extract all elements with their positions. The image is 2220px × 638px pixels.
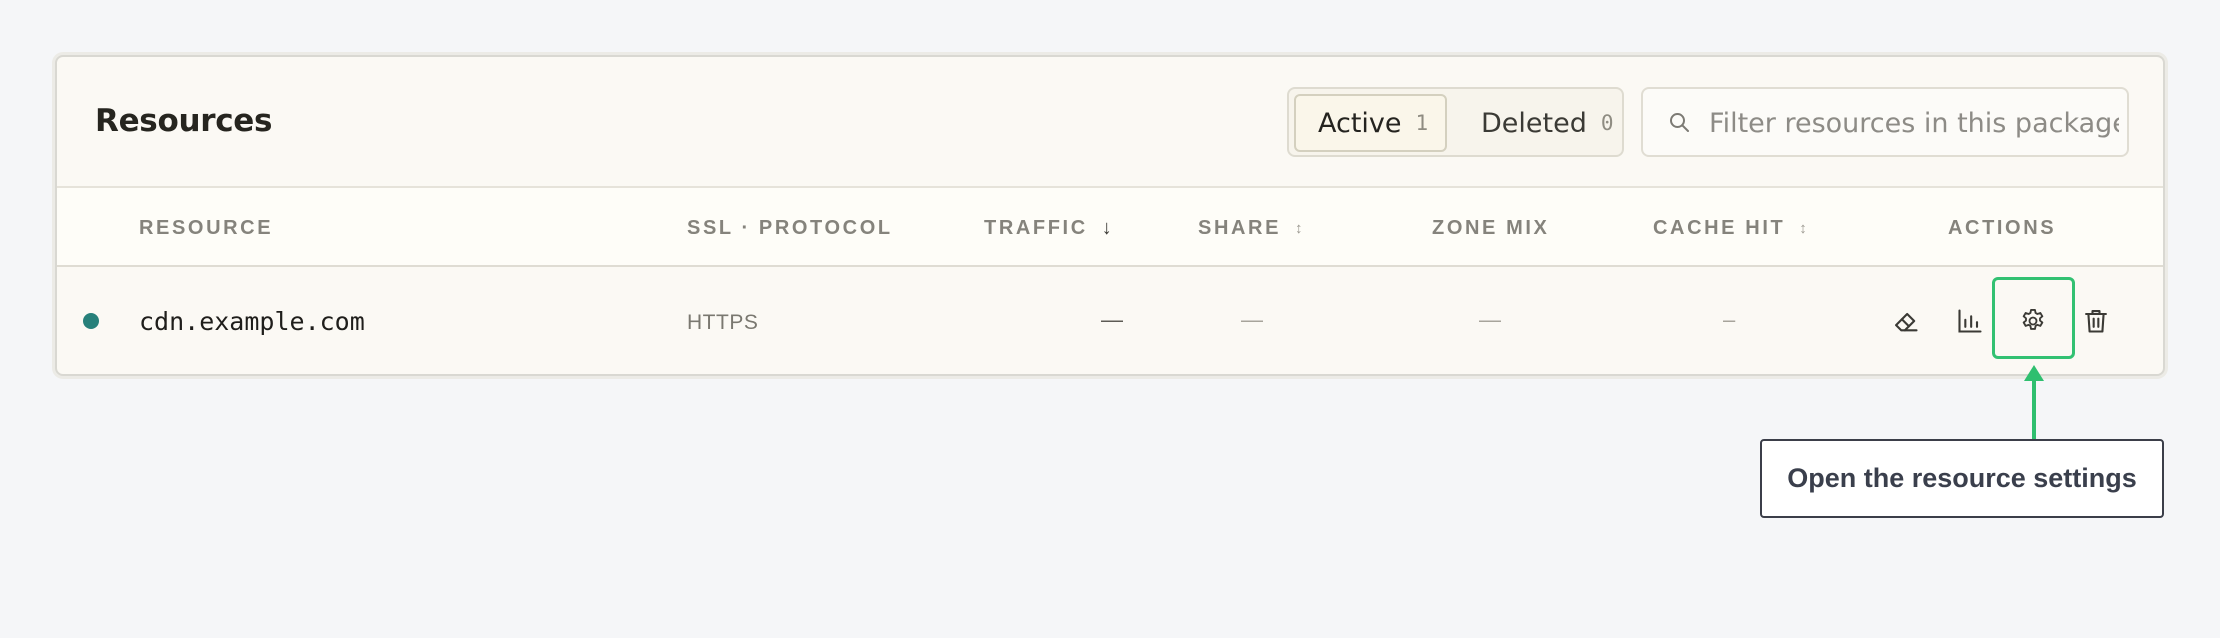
search-icon xyxy=(1670,113,1689,132)
tab-deleted[interactable]: Deleted 0 xyxy=(1459,94,1619,152)
search-input[interactable] xyxy=(1709,101,2119,145)
cache-hit-value: – xyxy=(1723,307,1736,332)
bar-chart-icon xyxy=(1958,309,1982,333)
sort-desc-icon: ↓ xyxy=(1101,217,1112,239)
settings-highlight xyxy=(1992,277,2075,359)
share-value: — xyxy=(1241,307,1263,332)
resources-panel: Resources Active 1 Deleted 0 RESOURCE SS… xyxy=(55,55,2165,376)
status-tabs: Active 1 Deleted 0 xyxy=(1287,87,1624,157)
tab-deleted-count: 0 xyxy=(1600,111,1614,135)
column-actions: ACTIONS xyxy=(1948,217,2056,240)
column-share-label: SHARE xyxy=(1198,217,1282,239)
panel-header: Resources Active 1 Deleted 0 xyxy=(57,57,2163,188)
column-share[interactable]: SHARE ↕ xyxy=(1198,217,1303,240)
column-zone-mix: ZONE MIX xyxy=(1432,217,1549,240)
callout-arrow xyxy=(2032,378,2036,440)
column-ssl-protocol[interactable]: SSL · PROTOCOL xyxy=(687,217,893,240)
column-traffic[interactable]: TRAFFIC ↓ xyxy=(984,217,1112,240)
sort-both-icon: ↕ xyxy=(1295,220,1303,237)
column-resource[interactable]: RESOURCE xyxy=(139,217,273,240)
table-row[interactable]: cdn.example.com HTTPS — — — – xyxy=(57,267,2163,374)
column-ssl-protocol-label: SSL · PROTOCOL xyxy=(687,217,893,239)
traffic-value: — xyxy=(1101,307,1123,332)
column-zone-mix-label: ZONE MIX xyxy=(1432,217,1550,239)
table-header: RESOURCE SSL · PROTOCOL TRAFFIC ↓ SHARE … xyxy=(57,188,2163,267)
zone-mix-value: — xyxy=(1479,307,1501,332)
analytics-button[interactable] xyxy=(1944,295,1996,347)
tab-active-label: Active xyxy=(1318,107,1402,139)
callout-text: Open the resource settings xyxy=(1787,463,2137,493)
tab-deleted-label: Deleted xyxy=(1481,107,1587,139)
delete-button[interactable] xyxy=(2070,295,2122,347)
column-actions-label: ACTIONS xyxy=(1948,217,2057,239)
column-cache-hit[interactable]: CACHE HIT ↕ xyxy=(1653,217,1807,240)
status-dot xyxy=(83,313,99,329)
column-cache-hit-label: CACHE HIT xyxy=(1653,217,1786,239)
trash-icon xyxy=(2085,310,2107,333)
tab-active-count: 1 xyxy=(1415,111,1429,135)
callout-tooltip: Open the resource settings xyxy=(1760,439,2164,518)
column-traffic-label: TRAFFIC xyxy=(984,217,1088,239)
resource-domain[interactable]: cdn.example.com xyxy=(139,307,365,336)
purge-cache-button[interactable] xyxy=(1880,295,1932,347)
sort-both-icon: ↕ xyxy=(1799,220,1807,237)
eraser-icon xyxy=(1895,312,1918,332)
resource-protocol: HTTPS xyxy=(687,311,759,334)
column-resource-label: RESOURCE xyxy=(139,217,274,239)
panel-title: Resources xyxy=(95,103,273,139)
search-box xyxy=(1641,87,2129,157)
tab-active[interactable]: Active 1 xyxy=(1294,94,1447,152)
